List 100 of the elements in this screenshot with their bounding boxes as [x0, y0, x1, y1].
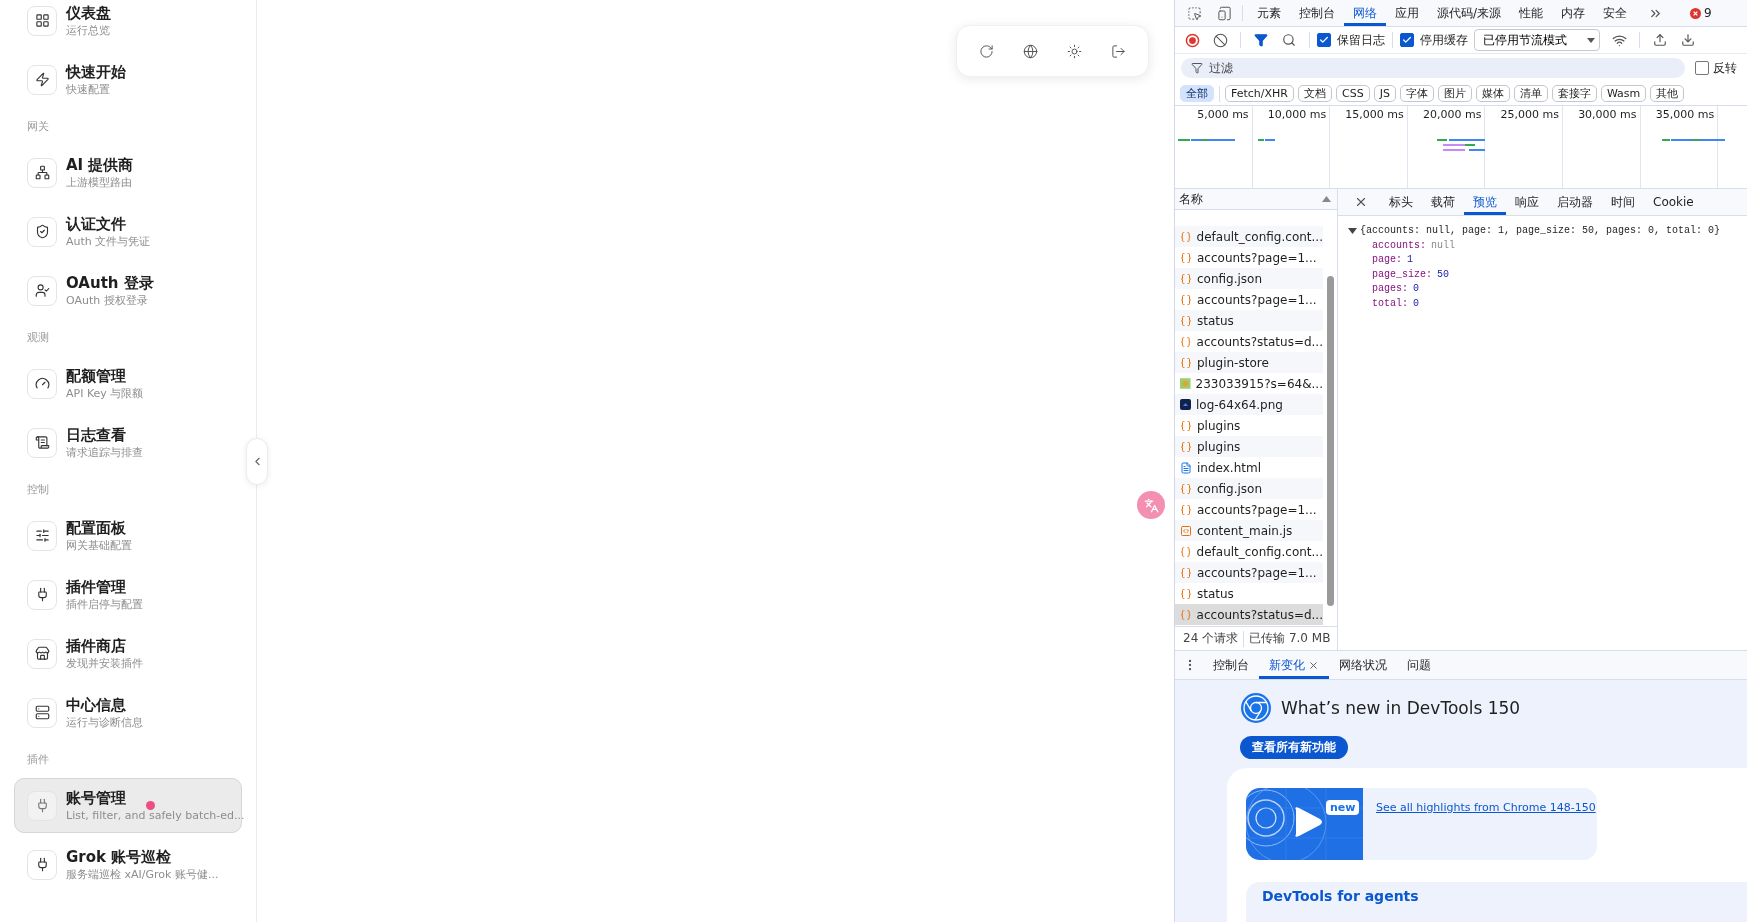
close-icon[interactable] — [1308, 659, 1319, 671]
nav-subtitle: 运行总览 — [66, 22, 111, 38]
nav-item[interactable]: 快速开始 快速配置 — [14, 52, 242, 107]
request-row[interactable]: default_config.cont... — [1175, 226, 1323, 247]
section-heading: 插件 — [26, 751, 50, 768]
sliders-icon — [27, 520, 57, 551]
see-all-features-button[interactable]: 查看所有新功能 — [1240, 736, 1348, 759]
braces-icon — [1180, 293, 1192, 306]
request-row[interactable]: accounts?status=d... — [1175, 604, 1323, 625]
request-row[interactable]: status — [1175, 310, 1323, 331]
request-row[interactable]: content_main.js — [1175, 520, 1323, 541]
drawer-tab[interactable]: 控制台 — [1203, 651, 1259, 679]
request-row[interactable]: log-64x64.png — [1175, 394, 1323, 415]
json-key: total: — [1372, 296, 1408, 311]
type-filter-chip[interactable]: 媒体 — [1475, 85, 1510, 102]
type-filter-chip[interactable]: 其他 — [1650, 85, 1685, 102]
nav-item[interactable]: 中心信息 运行与诊断信息 — [14, 685, 242, 740]
detail-tab[interactable]: 预览 — [1464, 189, 1506, 215]
user-icon — [27, 275, 57, 306]
nav-item[interactable]: 插件商店 发现并安装插件 — [14, 626, 242, 681]
check-icon — [1402, 35, 1412, 45]
type-filter-chip[interactable]: 字体 — [1399, 85, 1434, 102]
filter-icon — [1191, 62, 1203, 74]
request-row[interactable]: config.json — [1175, 268, 1323, 289]
devtools-tab[interactable]: 应用 — [1386, 0, 1428, 26]
devtools-tab[interactable]: 网络 — [1344, 0, 1386, 26]
request-row[interactable]: accounts?page=1... — [1175, 562, 1323, 583]
request-row[interactable]: config.json — [1175, 478, 1323, 499]
request-row[interactable]: plugin-store — [1175, 352, 1323, 373]
drawer-tab[interactable]: 新变化 — [1259, 651, 1329, 679]
plug-icon — [27, 790, 57, 821]
devtools-tab[interactable]: 安全 — [1594, 0, 1637, 26]
detail-tab[interactable]: 启动器 — [1548, 189, 1602, 215]
expand-caret-icon[interactable] — [1348, 228, 1357, 235]
nav-item[interactable]: 仪表盘 运行总览 — [14, 0, 242, 48]
image-icon — [1180, 399, 1191, 410]
status-text: 已传输 7.0 MB — [1249, 630, 1331, 647]
detail-tab[interactable]: 标头 — [1380, 189, 1422, 215]
detail-tab[interactable]: 响应 — [1506, 189, 1548, 215]
type-filter-chip[interactable]: Fetch/XHR — [1225, 85, 1294, 102]
nav-subtitle: 上游模型路由 — [66, 174, 133, 190]
nav-item[interactable]: 账号管理 List, filter, and safely batch-ed... — [14, 778, 242, 833]
filter-field[interactable]: 过滤 — [1181, 58, 1685, 78]
type-filter-chip[interactable]: 图片 — [1437, 85, 1472, 102]
drawer-tab[interactable]: 问题 — [1397, 651, 1441, 679]
braces-icon — [1180, 356, 1192, 369]
nav-title: 账号管理 — [66, 788, 127, 808]
devtools-tab[interactable]: 源代码/来源 — [1428, 0, 1511, 26]
nav-subtitle: Auth 文件与凭证 — [66, 233, 151, 249]
nav-subtitle: API Key 与限额 — [66, 385, 144, 401]
devtools-tab[interactable]: 性能 — [1510, 0, 1553, 26]
type-filter-chip[interactable]: Wasm — [1600, 85, 1647, 102]
detail-tab[interactable]: 载荷 — [1422, 189, 1464, 215]
caret-icon — [1587, 37, 1595, 43]
type-filter-chip[interactable]: JS — [1373, 85, 1396, 102]
highlights-link[interactable]: See all highlights from Chrome 148-150 — [1376, 801, 1596, 860]
nav-item[interactable]: 配置面板 网关基础配置 — [14, 508, 242, 563]
type-filter-chip[interactable]: 清单 — [1513, 85, 1548, 102]
grid-icon — [27, 5, 57, 36]
checkbox[interactable] — [1317, 33, 1331, 47]
nav-subtitle: 发现并安装插件 — [66, 655, 143, 671]
json-value: 0 — [1413, 296, 1420, 311]
detail-tab[interactable]: 时间 — [1602, 189, 1644, 215]
nav-title: 插件管理 — [66, 577, 127, 597]
devtools-tab[interactable]: 控制台 — [1290, 0, 1344, 26]
nav-item[interactable]: AI 提供商 上游模型路由 — [14, 145, 242, 200]
tick-label: 25,000 ms — [1500, 108, 1559, 122]
nav-item[interactable]: Grok 账号巡检 服务端巡检 xAI/Grok 账号健... — [14, 837, 242, 892]
translate-icon — [1143, 497, 1159, 513]
type-filter-chip[interactable]: 文档 — [1298, 85, 1332, 102]
checkbox-label: 保留日志 — [1337, 31, 1385, 49]
devtools-tab[interactable]: 内存 — [1552, 0, 1595, 26]
store-icon — [27, 638, 57, 669]
braces-icon — [1180, 251, 1192, 264]
type-filter-chip[interactable]: 全部 — [1180, 85, 1214, 102]
checkbox[interactable] — [1400, 33, 1414, 47]
tick-label: 15,000 ms — [1345, 108, 1404, 122]
request-row[interactable]: plugins — [1175, 436, 1323, 457]
nav-item[interactable]: OAuth 登录 OAuth 授权登录 — [14, 263, 242, 318]
nav-subtitle: OAuth 授权登录 — [66, 292, 149, 308]
drawer-tab[interactable]: 网络状况 — [1329, 651, 1397, 679]
nav-item[interactable]: 插件管理 插件启停与配置 — [14, 567, 242, 622]
type-filter-chip[interactable]: 套接字 — [1551, 85, 1597, 102]
scroll-icon — [27, 427, 57, 458]
json-key: pages: — [1372, 282, 1408, 297]
type-filter-chip[interactable]: CSS — [1336, 85, 1370, 102]
error-count: 9 — [1704, 6, 1712, 20]
checkbox-label: 停用缓存 — [1420, 31, 1468, 49]
nav-item[interactable]: 日志查看 请求追踪与排查 — [14, 415, 242, 470]
braces-icon — [1180, 230, 1192, 243]
braces-icon — [1180, 587, 1192, 600]
throttling-dropdown[interactable]: 已停用节流模式 — [1474, 29, 1600, 51]
nav-item[interactable]: 配额管理 API Key 与限额 — [14, 356, 242, 411]
column-header: 名称 — [1179, 190, 1203, 208]
scrollbar-thumb[interactable] — [1326, 276, 1334, 606]
detail-tab[interactable]: Cookie — [1644, 189, 1703, 215]
nav-item[interactable]: 认证文件 Auth 文件与凭证 — [14, 204, 242, 259]
server-icon — [27, 697, 57, 728]
checkbox[interactable] — [1695, 61, 1709, 75]
devtools-tab[interactable]: 元素 — [1248, 0, 1290, 26]
